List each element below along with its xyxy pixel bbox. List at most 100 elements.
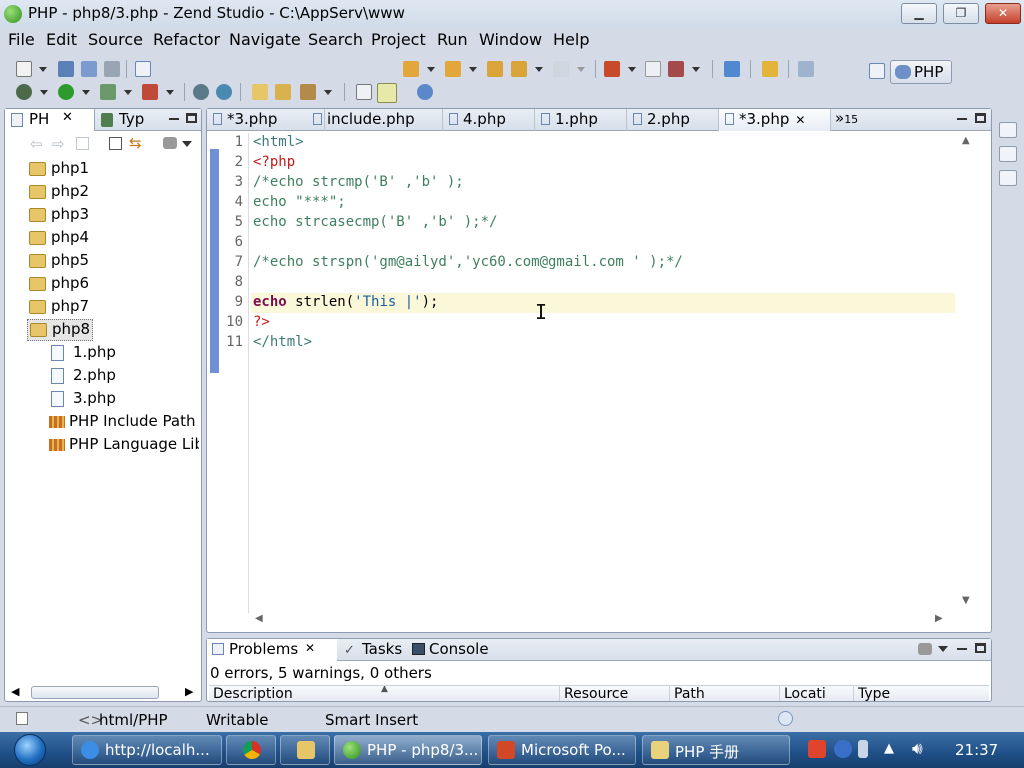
previous-annotation-icon[interactable] bbox=[445, 61, 461, 77]
profile-icon[interactable] bbox=[100, 84, 116, 100]
scroll-up-icon[interactable]: ▲ bbox=[962, 135, 970, 146]
close-icon[interactable]: ✕ bbox=[62, 110, 73, 125]
minimize-button[interactable]: ▁ bbox=[901, 3, 937, 24]
taskbar-item-php-manual[interactable]: PHP 手册 bbox=[642, 735, 790, 765]
external-tools-icon[interactable] bbox=[142, 84, 158, 100]
tree-item-3-php[interactable]: 3.php bbox=[51, 389, 199, 411]
scroll-right-icon[interactable]: ▶ bbox=[185, 685, 193, 698]
scroll-down-icon[interactable]: ▼ bbox=[962, 595, 970, 606]
maximize-icon[interactable] bbox=[975, 113, 986, 123]
run-icon[interactable] bbox=[58, 84, 74, 100]
code-line[interactable]: echo strcasecmp('B' ,'b' );*/ bbox=[253, 214, 497, 234]
column-location[interactable]: Locati bbox=[779, 686, 853, 701]
open-type-icon[interactable] bbox=[275, 84, 291, 100]
menu-project[interactable]: Project bbox=[371, 30, 426, 49]
menu-search[interactable]: Search bbox=[308, 30, 363, 49]
save-icon[interactable] bbox=[58, 61, 74, 77]
code-line[interactable]: ?> bbox=[253, 314, 270, 334]
tree-item-php6[interactable]: php6 bbox=[29, 274, 199, 296]
tab-include-php[interactable]: include.php bbox=[307, 109, 443, 131]
link-with-editor-icon[interactable]: ⇆ bbox=[129, 134, 142, 152]
menu-file[interactable]: File bbox=[8, 30, 35, 49]
collapse-all-icon[interactable] bbox=[109, 137, 122, 150]
open-perspective-button-icon[interactable] bbox=[869, 63, 885, 79]
share-icon[interactable] bbox=[762, 61, 778, 77]
print-icon[interactable] bbox=[104, 61, 120, 77]
code-line[interactable]: <html> bbox=[253, 134, 304, 154]
network-icon[interactable] bbox=[216, 84, 232, 100]
maximize-icon[interactable] bbox=[186, 113, 197, 123]
column-resource[interactable]: Resource bbox=[559, 686, 669, 701]
filters-icon[interactable] bbox=[163, 137, 177, 149]
menu-edit[interactable]: Edit bbox=[46, 30, 77, 49]
pin-icon[interactable] bbox=[604, 61, 620, 77]
globe-icon[interactable] bbox=[193, 84, 209, 100]
close-icon[interactable]: ✕ bbox=[305, 641, 315, 655]
debug-dropdown-icon[interactable] bbox=[40, 90, 48, 95]
tab-tasks[interactable]: ✓ Tasks bbox=[341, 639, 407, 661]
tree-item-php7[interactable]: php7 bbox=[29, 297, 199, 319]
code-line[interactable]: /*echo strcmp('B' ,'b' ); bbox=[253, 174, 464, 194]
tree-item-php1[interactable]: php1 bbox=[29, 159, 199, 181]
back-arrow-icon[interactable]: ⇦ bbox=[30, 135, 43, 153]
column-type[interactable]: Type bbox=[853, 686, 989, 701]
tree-item-php3[interactable]: php3 bbox=[29, 205, 199, 227]
open-perspective-dropdown-icon[interactable] bbox=[692, 67, 700, 72]
tile-icon[interactable] bbox=[724, 61, 740, 77]
close-icon[interactable]: ✕ bbox=[795, 113, 805, 127]
run-dropdown-icon[interactable] bbox=[82, 90, 90, 95]
taskbar-item-browser[interactable]: http://localh... bbox=[72, 735, 222, 765]
hierarchy-view-icon[interactable] bbox=[999, 146, 1017, 162]
forward-icon[interactable] bbox=[553, 61, 569, 77]
tree-item-php-language-lib[interactable]: PHP Language Lib bbox=[49, 435, 199, 457]
volume-icon[interactable]: 🔊︎ bbox=[912, 739, 923, 759]
tab-php-explorer[interactable]: PH ✕ bbox=[5, 109, 95, 131]
tree-item-php4[interactable]: php4 bbox=[29, 228, 199, 250]
menu-help[interactable]: Help bbox=[553, 30, 589, 49]
up-icon[interactable] bbox=[76, 137, 89, 150]
close-button[interactable]: ✕ bbox=[985, 3, 1021, 24]
tab-problems[interactable]: Problems ✕ bbox=[207, 639, 337, 661]
back-icon[interactable] bbox=[511, 61, 527, 77]
update-icon[interactable] bbox=[778, 711, 793, 726]
next-annotation-dropdown-icon[interactable] bbox=[427, 67, 435, 72]
tab-4-php[interactable]: 4.php bbox=[443, 109, 535, 131]
tab-type-hierarchy[interactable]: Typ bbox=[97, 109, 159, 131]
pin-dropdown-icon[interactable] bbox=[628, 67, 636, 72]
start-button[interactable] bbox=[6, 732, 56, 768]
scroll-left-icon[interactable]: ◀ bbox=[255, 613, 263, 624]
open-folder-icon[interactable] bbox=[252, 84, 268, 100]
taskbar-item-powerpoint[interactable]: Microsoft Po... bbox=[488, 735, 636, 765]
fast-view-icon[interactable] bbox=[16, 712, 28, 725]
menu-source[interactable]: Source bbox=[88, 30, 143, 49]
horizontal-scrollbar[interactable]: ◀ ▶ bbox=[9, 685, 195, 700]
help-icon[interactable] bbox=[834, 740, 852, 758]
taskbar-item-explorer[interactable] bbox=[280, 735, 330, 765]
filters-icon[interactable] bbox=[918, 643, 932, 655]
new-icon[interactable] bbox=[16, 61, 32, 77]
maximize-icon[interactable] bbox=[975, 643, 986, 653]
minimize-icon[interactable] bbox=[957, 118, 967, 120]
toggle-outline-icon[interactable] bbox=[356, 84, 372, 100]
tree-item-php5[interactable]: php5 bbox=[29, 251, 199, 273]
tree-item-1-php[interactable]: 1.php bbox=[51, 343, 199, 365]
browser-icon[interactable] bbox=[417, 84, 433, 100]
last-edit-location-icon[interactable] bbox=[487, 61, 503, 77]
back-dropdown-icon[interactable] bbox=[535, 67, 543, 72]
view-menu-icon[interactable] bbox=[182, 141, 192, 147]
tab-1-php[interactable]: 1.php bbox=[535, 109, 627, 131]
input-settings-icon[interactable] bbox=[858, 740, 868, 758]
tasks-view-icon[interactable] bbox=[999, 170, 1017, 186]
tree-item-php-include-path[interactable]: PHP Include Path bbox=[49, 412, 199, 434]
wand-dropdown-icon[interactable] bbox=[324, 90, 332, 95]
tab-2-php[interactable]: 2.php bbox=[627, 109, 719, 131]
code-line[interactable]: </html> bbox=[253, 334, 312, 354]
maximize-button[interactable]: ❐ bbox=[943, 3, 979, 24]
outline-view-icon[interactable] bbox=[999, 122, 1017, 138]
forward-arrow-icon[interactable]: ⇨ bbox=[52, 135, 65, 153]
clock[interactable]: 21:37 bbox=[955, 741, 998, 759]
horizontal-scrollbar[interactable]: ◀ ▶ bbox=[251, 613, 955, 627]
tree-item-2-php[interactable]: 2.php bbox=[51, 366, 199, 388]
previous-annotation-dropdown-icon[interactable] bbox=[469, 67, 477, 72]
scroll-right-icon[interactable]: ▶ bbox=[935, 613, 943, 624]
